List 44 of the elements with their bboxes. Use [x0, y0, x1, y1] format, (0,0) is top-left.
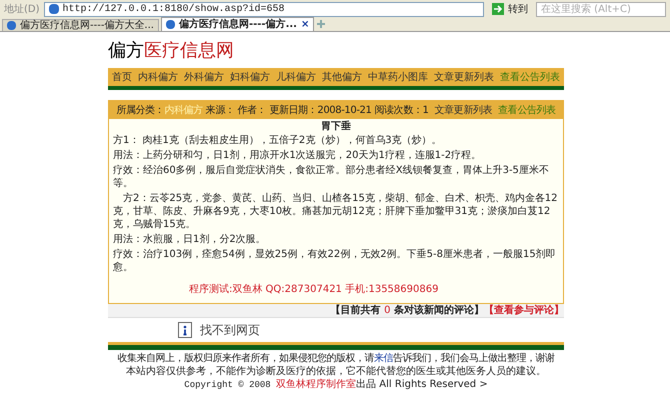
nav-link[interactable]: 文章更新列表 [434, 70, 494, 84]
footer-text: 收集来自网上，版权归原来作者所有，如果侵犯您的版权，请来信告诉我们，我们会马上做出整理，谢谢 [116, 352, 556, 365]
nav-link[interactable]: 中草药小图库 [368, 70, 428, 84]
nav-link[interactable]: 妇科偏方 [230, 70, 270, 84]
site-logo: 偏方医疗信息网 [108, 38, 235, 62]
copyright-text: Copyright © 2008 双鱼林程序制作室出品 All Rights Reserved > [183, 378, 489, 392]
nav-link[interactable]: 其他偏方 [322, 70, 362, 84]
meta-item: 所属分类：内科偏方 [116, 104, 203, 118]
footer-text: 本站内容仅供参考，不能作为诊断及医疗的依据，它不能代替您的医生或其他医务人员的建议。 [125, 365, 547, 378]
page-icon [166, 20, 175, 29]
nav-link[interactable]: 儿科偏方 [276, 70, 316, 84]
article-paragraph: 疗效：治疗103例，痊愈54例，显效25例，有效22例，无效2例。下垂5-8厘米患者，一般服15剂即愈。 [113, 248, 557, 274]
url-text: http://127.0.0.1:8180/show.asp?id=658 [62, 2, 285, 16]
info-icon [178, 322, 192, 338]
meta-item: 来源： [206, 104, 235, 118]
page-icon [7, 21, 16, 30]
nav-link[interactable]: 外科偏方 [184, 70, 224, 84]
close-icon[interactable]: × [300, 17, 310, 32]
plus-icon[interactable] [316, 19, 326, 29]
url-field[interactable]: http://127.0.0.1:8180/show.asp?id=658 [44, 2, 484, 16]
article-paragraph: 用法：水煎服，日1剂，分2次服。 [113, 233, 267, 246]
article-paragraph: 方2：云苓25克，党参、黄芪、山药、当归、山楂各15克，柴胡、郁金、白术、枳壳、鸡内金各12克，甘草、陈皮、升麻各9克，大枣10枚。痛甚加元胡12克；肝脾下垂加鳖甲31克；淤痰加白芨12克，乌贼骨15克。 [113, 192, 559, 231]
go-button[interactable]: 转到 [488, 2, 532, 16]
arrow-icon [492, 3, 504, 15]
nav-link[interactable]: 内科偏方 [138, 70, 178, 84]
meta-item: 作者： [238, 104, 266, 118]
article-paragraph: 用法：上药分研和匀，日1剂，用凉开水1次送服完，20天为1疗程，连服1-2疗程。 [113, 149, 482, 162]
address-label: 地址(D) [4, 2, 40, 16]
search-field[interactable]: 在这里搜索 (Alt+C) [536, 2, 666, 16]
article-paragraph: 方1： 肉桂1克（刮去粗皮生用），五倍子2克（炒），何首乌3克（炒）。 [113, 134, 443, 147]
meta-link[interactable]: 文章更新列表 [434, 102, 492, 118]
meta-item: 阅读次数：1 [374, 104, 428, 118]
article-paragraph: 疗效：经治60多例，服后自觉症状消失，食欲正常。部分患者经X线钡餐复查，胃体上升3-5厘米不等。 [113, 164, 550, 190]
view-comments-link[interactable]: 【查看参与评论】 [484, 303, 564, 318]
meta-item: 更新日期：2008-10-21 [269, 104, 372, 118]
article-title: 胃下垂 [320, 120, 352, 134]
error-title: 找不到网页 [200, 322, 260, 339]
nav-link[interactable]: 首页 [112, 70, 132, 84]
credit-line: 程序测试:双鱼林 QQ:287307421 手机:13558690869 [188, 282, 440, 297]
browser-tab[interactable]: 偏方医疗信息网----偏方大全... [2, 19, 159, 31]
contact-link[interactable]: 来信 [374, 353, 393, 364]
page-icon [48, 4, 59, 14]
comment-count-text: 【目前共有 0 条对该新闻的评论】 [330, 303, 484, 318]
browser-tab[interactable]: 偏方医疗信息网----偏方... × [160, 17, 314, 31]
